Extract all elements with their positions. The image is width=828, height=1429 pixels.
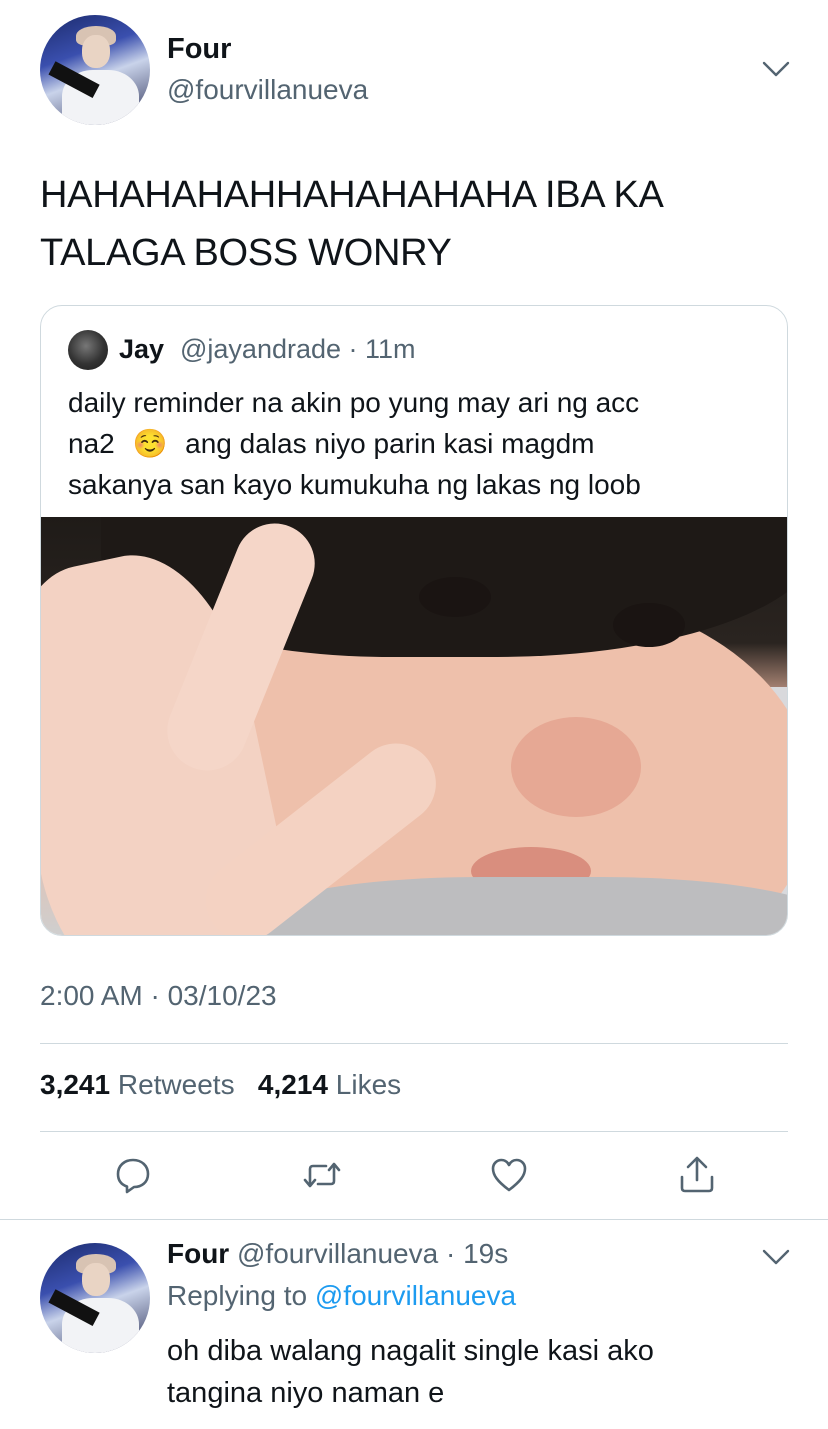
replying-to: Replying to @fourvillanueva [167, 1280, 516, 1312]
quoted-author-handle: @jayandrade [180, 334, 342, 364]
separator-dot: · [438, 1238, 464, 1269]
tweet-timestamp[interactable]: 2:00 AM · 03/10/23 [40, 980, 277, 1012]
retweet-icon[interactable] [302, 1155, 342, 1195]
retweets-stat[interactable]: 3,241 Retweets [40, 1069, 235, 1100]
reply-icon[interactable] [113, 1155, 153, 1195]
photo-eye [419, 577, 491, 617]
quoted-author-meta: @jayandrade · 11m [180, 334, 416, 365]
reply-text-line: oh diba walang nagalit single kasi ako [167, 1335, 654, 1367]
tweet-text-line: TALAGA BOSS WONRY [40, 232, 452, 274]
tweet-text-line: HAHAHAHAHHAHAHAHAHA IBA KA [40, 174, 664, 216]
author-name[interactable]: Four [167, 33, 231, 66]
author-handle[interactable]: @fourvillanueva [167, 74, 368, 106]
likes-stat[interactable]: 4,214 Likes [258, 1069, 401, 1100]
reply-time: 19s [463, 1238, 509, 1269]
retweets-label: Retweets [117, 1069, 235, 1100]
quoted-text-line: sakanya san kayo kumukuha ng lakas ng lo… [68, 469, 641, 500]
retweets-count: 3,241 [40, 1069, 111, 1100]
likes-count: 4,214 [257, 1069, 328, 1100]
reply-author-avatar[interactable] [40, 1243, 150, 1353]
smiling-face-emoji: ☺️ [132, 428, 168, 459]
replying-to-label: Replying to [167, 1280, 308, 1311]
tweet-text: HAHAHAHAHHAHAHAHAHA IBA KA TALAGA BOSS W… [40, 166, 790, 282]
separator-dot: · [341, 334, 366, 364]
divider [40, 1043, 788, 1044]
quoted-author-avatar [68, 330, 108, 370]
photo-nose [511, 717, 641, 817]
reply-text: oh diba walang nagalit single kasi ako t… [167, 1330, 797, 1414]
quoted-tweet-card[interactable]: Jay @jayandrade · 11m daily reminder na … [40, 305, 788, 936]
quoted-text-fragment: na2 [68, 428, 115, 459]
share-icon[interactable] [677, 1155, 717, 1195]
quoted-tweet-photo[interactable] [41, 517, 787, 935]
avatar-face [81, 34, 111, 68]
engagement-stats: 3,241 Retweets 4,214 Likes [40, 1069, 401, 1101]
avatar-face [81, 1262, 111, 1296]
reply-text-line: tangina niyo naman e [167, 1377, 445, 1409]
quoted-text-fragment: ang dalas niyo parin kasi magdm [185, 428, 595, 459]
like-icon[interactable] [489, 1155, 529, 1195]
chevron-down-icon[interactable] [762, 1248, 790, 1266]
quoted-text-line: na2 ☺️ ang dalas niyo parin kasi magdm [68, 423, 768, 464]
reply-author-handle[interactable]: @fourvillanueva [237, 1238, 438, 1269]
quoted-time: 11m [365, 334, 416, 364]
reply-header: Four @fourvillanueva · 19s [167, 1238, 508, 1270]
quoted-tweet-text: daily reminder na akin po yung may ari n… [68, 382, 768, 505]
reply-author-name[interactable]: Four [167, 1238, 229, 1269]
author-avatar[interactable] [40, 15, 150, 125]
photo-eye [613, 603, 685, 647]
divider [40, 1131, 788, 1132]
replying-to-link[interactable]: @fourvillanueva [315, 1280, 516, 1311]
quoted-text-line: daily reminder na akin po yung may ari n… [68, 387, 640, 418]
divider [0, 1219, 828, 1220]
likes-label: Likes [335, 1069, 402, 1100]
quoted-author-name: Jay [119, 334, 165, 364]
chevron-down-icon[interactable] [762, 60, 790, 78]
